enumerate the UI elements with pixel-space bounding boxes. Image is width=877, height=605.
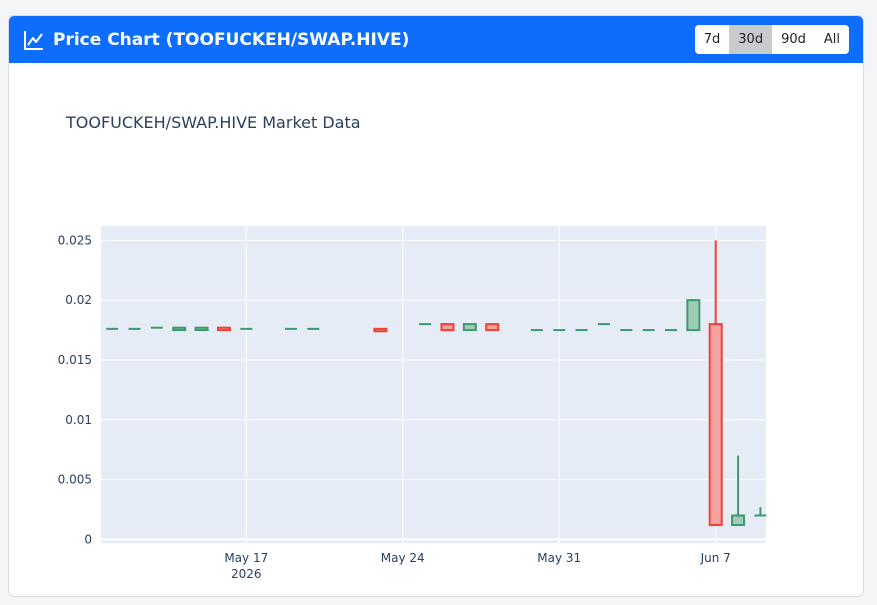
candle[interactable]	[462, 323, 477, 332]
candle[interactable]	[194, 326, 209, 332]
candlestick-chart[interactable]: TOOFUCKEH/SWAP.HIVE Market Data 0 0.005 0.…	[9, 63, 863, 596]
x-axis-ticks: May 17 2026 May 24 May 31 Jun 7	[224, 551, 730, 581]
candle-body	[440, 323, 455, 332]
y-axis-ticks: 0 0.005 0.01 0.015 0.02 0.025	[58, 233, 92, 546]
line-chart-icon	[23, 29, 45, 51]
x-tick-label: Jun 7	[700, 551, 731, 565]
card-title: Price Chart (TOOFUCKEH/SWAP.HIVE)	[53, 29, 410, 50]
candle[interactable]	[485, 323, 500, 332]
candle[interactable]	[172, 326, 187, 332]
candle-body	[194, 326, 209, 332]
price-chart-card: Price Chart (TOOFUCKEH/SWAP.HIVE) 7d 30d 9…	[8, 15, 864, 597]
candle[interactable]	[216, 326, 231, 332]
range-button-group: 7d 30d 90d All	[694, 25, 849, 54]
candle-body	[373, 327, 388, 333]
candle-body	[731, 514, 746, 527]
candle-body	[485, 323, 500, 332]
plot-area[interactable]	[101, 226, 766, 543]
y-tick-label: 0.005	[58, 473, 92, 487]
range-button-all[interactable]: All	[815, 25, 849, 54]
y-tick-label: 0.02	[65, 293, 92, 307]
candle-body	[708, 323, 723, 527]
range-button-30d[interactable]: 30d	[729, 25, 773, 54]
y-tick-label: 0.01	[65, 413, 92, 427]
chart-title: TOOFUCKEH/SWAP.HIVE Market Data	[65, 113, 361, 132]
candle[interactable]	[440, 323, 455, 332]
card-header: Price Chart (TOOFUCKEH/SWAP.HIVE) 7d 30d 9…	[9, 16, 863, 63]
y-tick-label: 0	[84, 532, 92, 546]
candle-body	[172, 326, 187, 332]
range-button-7d[interactable]: 7d	[695, 25, 730, 54]
candle-body	[216, 326, 231, 332]
x-tick-label: May 31	[537, 551, 581, 565]
candle-body	[686, 299, 701, 332]
x-tick-label: May 24	[381, 551, 425, 565]
y-tick-label: 0.025	[58, 233, 92, 247]
candle-body	[462, 323, 477, 332]
range-button-90d[interactable]: 90d	[772, 25, 815, 54]
candle[interactable]	[373, 327, 388, 333]
x-tick-label: May 17	[224, 551, 268, 565]
y-tick-label: 0.015	[58, 353, 92, 367]
candle[interactable]	[686, 299, 701, 332]
x-tick-sublabel: 2026	[231, 567, 262, 581]
